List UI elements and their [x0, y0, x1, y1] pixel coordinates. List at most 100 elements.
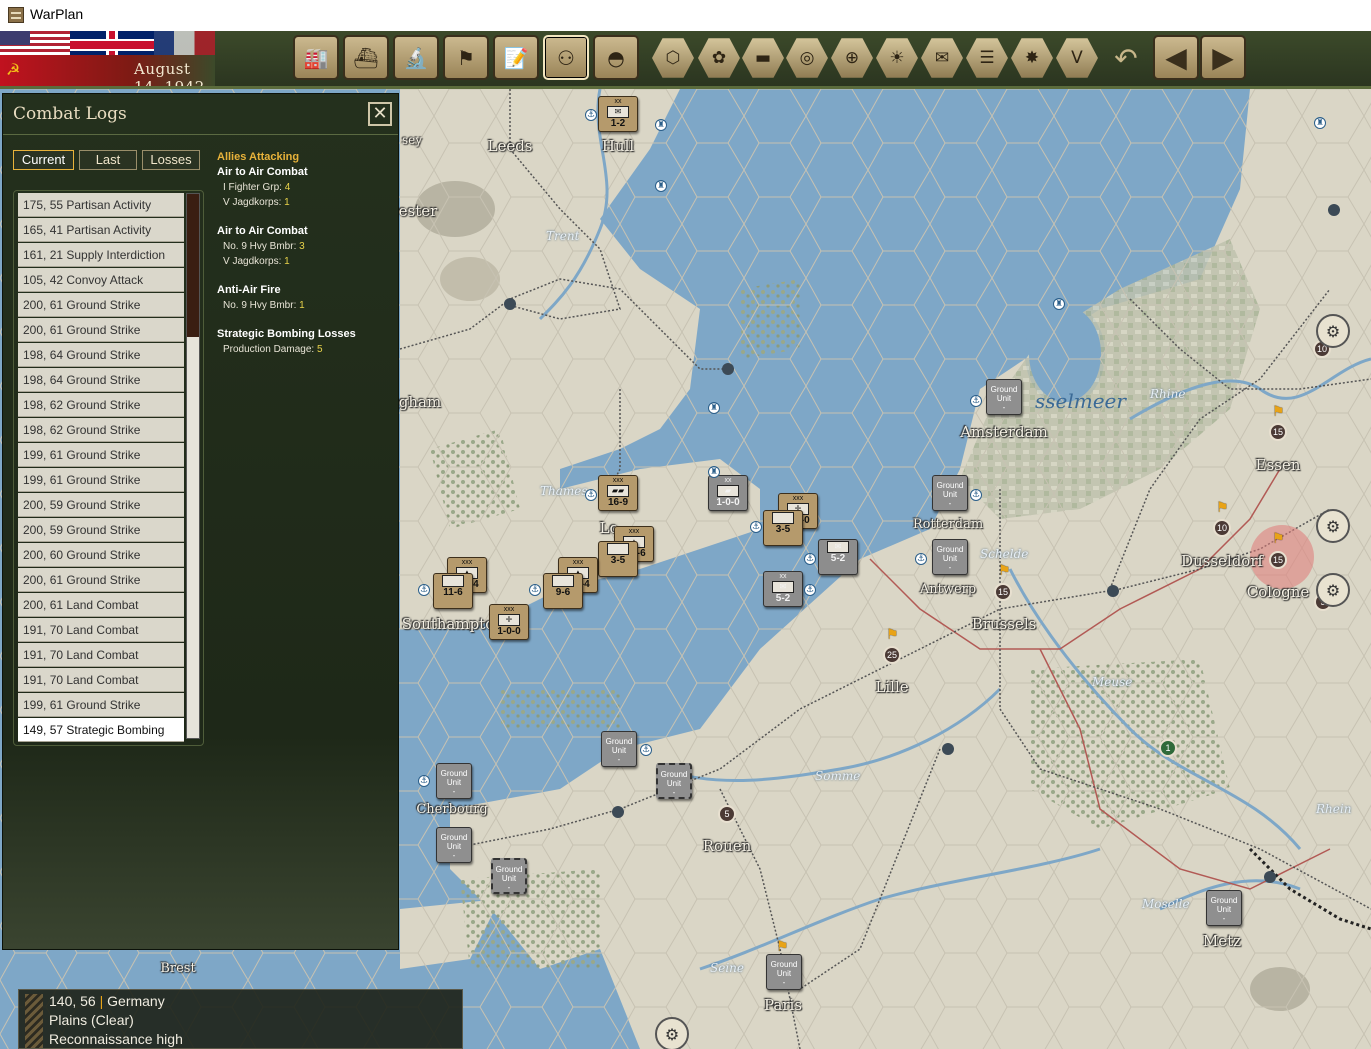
victory-toggle[interactable]: V — [1056, 38, 1098, 78]
factory-site-icon[interactable]: ⚙ — [655, 1017, 689, 1049]
units-button[interactable]: ◓ — [593, 35, 639, 80]
log-entry[interactable]: 191, 70 Land Combat — [18, 643, 184, 667]
log-entry[interactable]: 200, 61 Land Combat — [18, 593, 184, 617]
unit-counter[interactable]: xx ✉ 5-2 — [763, 571, 803, 607]
tab-current[interactable]: Current — [13, 150, 74, 170]
tank-icon: ▬ — [754, 48, 772, 68]
unit-counter[interactable]: 11-6 — [433, 573, 473, 609]
log-detail: Allies Attacking Air to Air Combat I Figh… — [217, 150, 392, 371]
log-entry[interactable]: 200, 59 Ground Strike — [18, 518, 184, 542]
city-leeds: Leeds — [487, 137, 533, 155]
log-entry[interactable]: 105, 42 Convoy Attack — [18, 268, 184, 292]
detail-line: I Fighter Grp: 4 — [217, 180, 392, 195]
unit-counter[interactable]: ✉ 5-2 — [818, 539, 858, 575]
hex-coords: 140, 56 — [49, 993, 96, 1009]
unit-counter[interactable]: xxx ▰▰ 16-9 — [598, 475, 638, 511]
ground-unit[interactable]: Ground Unit - — [766, 954, 802, 990]
anchor-icon: ⚓ — [804, 584, 816, 596]
factory-site-icon[interactable]: ⚙ — [1316, 573, 1350, 607]
log-entry[interactable]: 200, 61 Ground Strike — [18, 568, 184, 592]
prev-button[interactable]: ◀ — [1153, 35, 1199, 80]
log-entry[interactable]: 149, 57 Strategic Bombing — [18, 718, 184, 742]
log-entry[interactable]: 191, 70 Land Combat — [18, 668, 184, 692]
log-entry[interactable]: 200, 61 Ground Strike — [18, 293, 184, 317]
objectives-button[interactable]: ⚑ — [443, 35, 489, 80]
hex-grid-toggle[interactable]: ⬡ — [652, 38, 694, 78]
unit-counter[interactable]: xxx ✛ 1-0-0 — [489, 604, 529, 640]
resources-toggle[interactable]: ◎ — [786, 38, 828, 78]
detail-sections: Air to Air Combat I Fighter Grp: 4V Jagdk… — [217, 165, 392, 371]
close-button[interactable]: ✕ — [368, 102, 392, 126]
anchor-icon: ⚓ — [585, 109, 597, 121]
separator: | — [99, 993, 108, 1009]
rail-icon: ☰ — [979, 48, 995, 68]
research-button[interactable]: 🔬 — [393, 35, 439, 80]
detail-section-title: Strategic Bombing Losses — [217, 328, 356, 340]
port-icon: ♜ — [655, 119, 667, 131]
weather-toggle[interactable]: ☀ — [876, 38, 918, 78]
log-entry[interactable]: 191, 70 Land Combat — [18, 618, 184, 642]
factory-site-icon[interactable]: ⚙ — [1316, 509, 1350, 543]
log-entry[interactable]: 198, 62 Ground Strike — [18, 393, 184, 417]
rail-toggle[interactable]: ☰ — [966, 38, 1008, 78]
city-southampton: Southampto — [401, 615, 495, 633]
log-entry[interactable]: 200, 61 Ground Strike — [18, 318, 184, 342]
tab-losses[interactable]: Losses — [142, 150, 200, 170]
objective-flag-icon: ⚑ — [998, 563, 1011, 579]
log-entry[interactable]: 198, 64 Ground Strike — [18, 368, 184, 392]
ground-unit[interactable]: Ground Unit - — [986, 379, 1022, 415]
ground-unit[interactable]: Ground Unit - — [932, 475, 968, 511]
tab-last[interactable]: Last — [79, 150, 137, 170]
city-dusseldorf: Dusseldorf — [1180, 552, 1264, 570]
log-entry[interactable]: 199, 61 Ground Strike — [18, 693, 184, 717]
river-seine: Seine — [710, 961, 744, 975]
unit-counter[interactable]: xx ▰ 1-0-0 — [708, 475, 748, 511]
reports-button[interactable]: 📝 — [493, 35, 539, 80]
anchor-icon: ⚓ — [585, 489, 597, 501]
unit-counter[interactable]: xx ✉ 1-2 — [598, 96, 638, 132]
detail-line-value: 1 — [299, 300, 305, 311]
ground-unit[interactable]: Ground Unit - — [436, 827, 472, 863]
unit-counter[interactable]: 3-5 — [598, 541, 638, 577]
unit-counter[interactable]: 9-6 — [543, 573, 583, 609]
explosion-toggle[interactable]: ✸ — [1011, 38, 1053, 78]
log-entry[interactable]: 198, 64 Ground Strike — [18, 343, 184, 367]
ground-unit[interactable]: Ground Unit - — [932, 539, 968, 575]
unit-toggle[interactable]: ▬ — [742, 38, 784, 78]
unit-counter[interactable]: 3-5 — [763, 510, 803, 546]
log-scrollbar[interactable] — [186, 193, 200, 739]
next-button[interactable]: ▶ — [1200, 35, 1246, 80]
log-entry[interactable]: 175, 55 Partisan Activity — [18, 193, 184, 217]
mail-toggle[interactable]: ✉ — [921, 38, 963, 78]
log-scrollbar-thumb[interactable] — [187, 194, 199, 337]
city-paris: Paris — [763, 996, 803, 1014]
detail-line-label: No. 9 Hvy Bmbr: — [223, 300, 297, 311]
ground-unit[interactable]: Ground Unit - — [601, 731, 637, 767]
log-entry[interactable]: 165, 41 Partisan Activity — [18, 218, 184, 242]
helmet-icon: ◓ — [607, 45, 625, 70]
city-amsterdam: Amsterdam — [960, 423, 1048, 441]
undo-button[interactable]: ↶ — [1108, 39, 1144, 77]
factory-site-icon[interactable]: ⚙ — [1316, 314, 1350, 348]
naval-button[interactable]: ⛴ — [343, 35, 389, 80]
log-entry[interactable]: 200, 60 Ground Strike — [18, 543, 184, 567]
log-entry[interactable]: 161, 21 Supply Interdiction — [18, 243, 184, 267]
explosion-icon: ✸ — [1024, 48, 1040, 68]
production-button[interactable]: 🏭 — [293, 35, 339, 80]
ground-unit[interactable]: Ground Unit - — [656, 763, 692, 799]
supply-toggle[interactable]: ✿ — [698, 38, 740, 78]
log-entry[interactable]: 200, 59 Ground Strike — [18, 493, 184, 517]
log-entry[interactable]: 199, 61 Ground Strike — [18, 443, 184, 467]
hex-info-box: 140, 56 | Germany Plains (Clear) Reconna… — [18, 989, 463, 1049]
city-anglesey: sey — [401, 133, 423, 147]
arrow-left-icon: ◀ — [1165, 41, 1187, 74]
ground-unit[interactable]: Ground Unit - — [1206, 890, 1242, 926]
targets-toggle[interactable]: ⊕ — [831, 38, 873, 78]
log-entry[interactable]: 198, 62 Ground Strike — [18, 418, 184, 442]
combat-logs-button[interactable]: ⚇ — [543, 35, 589, 80]
coins-icon: ◎ — [799, 48, 815, 68]
detail-line-label: V Jagdkorps: — [223, 197, 282, 208]
ground-unit[interactable]: Ground Unit - — [491, 858, 527, 894]
log-entry[interactable]: 199, 61 Ground Strike — [18, 468, 184, 492]
ground-unit[interactable]: Ground Unit - — [436, 763, 472, 799]
